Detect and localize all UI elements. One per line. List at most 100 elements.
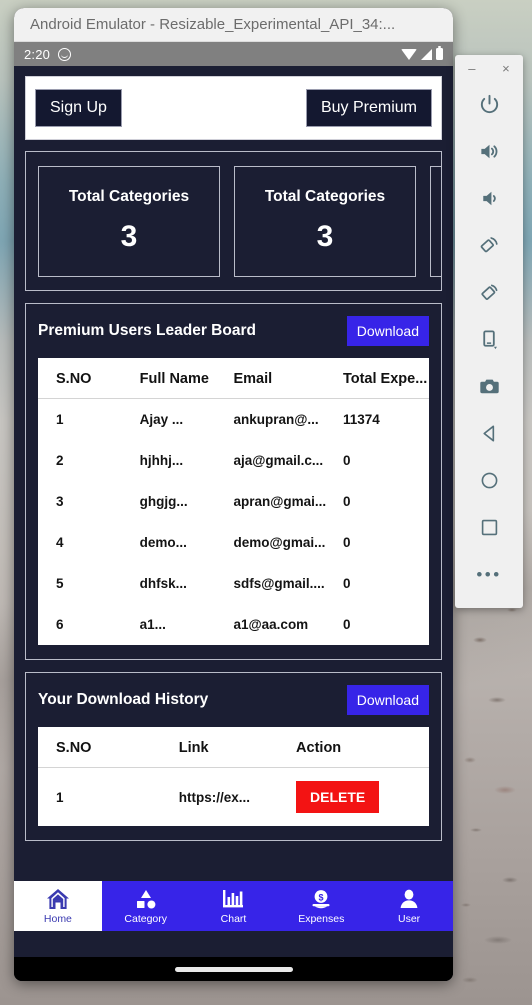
camera-icon[interactable] — [455, 363, 523, 410]
history-download-button[interactable]: Download — [346, 685, 429, 715]
table-row[interactable]: 2 hjhhj... aja@gmail.c... 0 — [38, 440, 429, 481]
download-history-table: S.NO Link Action 1 https://ex... DELETE — [38, 727, 429, 826]
table-header-row: S.NO Link Action — [38, 727, 429, 768]
premium-users-leaderboard-panel: Premium Users Leader Board Download S.NO… — [25, 303, 442, 660]
column-header-action: Action — [296, 727, 429, 768]
cell-total-expense: 0 — [342, 494, 351, 509]
stat-value: 3 — [120, 220, 138, 253]
power-icon[interactable] — [455, 81, 523, 128]
table-header-row: S.NO Full Name Email Total Expe... — [38, 358, 429, 399]
device-screen: 2:20 Sign Up Buy Premium Total Categorie… — [14, 42, 453, 981]
table-row[interactable]: 4 demo... demo@gmai... 0 — [38, 522, 429, 563]
rotate-right-icon[interactable] — [455, 269, 523, 316]
volume-up-icon[interactable] — [455, 128, 523, 175]
signal-icon — [421, 48, 432, 60]
table-row[interactable]: 5 dhfsk... sdfs@gmail.... 0 — [38, 563, 429, 604]
status-bar-right — [401, 45, 443, 60]
cell-total-expense: 0 — [342, 617, 351, 632]
leaderboard-download-button[interactable]: Download — [346, 316, 429, 346]
leaderboard-title: Premium Users Leader Board — [38, 322, 256, 339]
status-bar-left: 2:20 — [24, 46, 72, 62]
cell-full-name: Ajay ... — [139, 412, 184, 427]
nav-label-user: User — [398, 913, 421, 925]
money-icon: $ — [309, 887, 333, 911]
stat-card-total-categories-1[interactable]: Total Categories 3 — [38, 165, 220, 277]
nav-item-expenses[interactable]: $ Expenses — [277, 881, 365, 931]
more-icon[interactable]: ••• — [455, 551, 523, 598]
nav-item-user[interactable]: User — [365, 881, 453, 931]
stat-title: Total Categories — [68, 188, 190, 205]
desktop-background: Android Emulator - Resizable_Experimenta… — [0, 0, 532, 1005]
cell-total-expense: 0 — [342, 535, 351, 550]
cell-sno: 4 — [56, 535, 64, 550]
close-icon[interactable]: × — [498, 62, 514, 75]
bottom-navigation-bar: Home Category Chart $ Expenses User — [14, 881, 453, 931]
user-icon — [397, 887, 421, 911]
emulator-side-toolbar: – × ••• — [455, 55, 523, 608]
download-history-panel: Your Download History Download S.NO Link… — [25, 672, 442, 841]
delete-button[interactable]: DELETE — [296, 781, 380, 813]
table-row[interactable]: 1 Ajay ... ankupran@... 11374 — [38, 399, 429, 441]
app-content: Sign Up Buy Premium Total Categories 3 T… — [14, 66, 453, 931]
minimize-icon[interactable]: – — [464, 62, 479, 75]
nav-item-category[interactable]: Category — [102, 881, 190, 931]
cell-full-name: a1... — [139, 617, 166, 632]
nav-item-home[interactable]: Home — [14, 881, 102, 931]
toolbar-window-controls: – × — [455, 55, 523, 81]
cell-email: ankupran@... — [233, 412, 319, 427]
download-history-title: Your Download History — [38, 691, 209, 708]
svg-text:$: $ — [319, 892, 324, 902]
cell-sno: 3 — [56, 494, 64, 509]
cell-sno: 5 — [56, 576, 64, 591]
fold-device-icon[interactable] — [455, 316, 523, 363]
overview-square-icon[interactable] — [455, 504, 523, 551]
buy-premium-button[interactable]: Buy Premium — [305, 89, 432, 127]
cell-full-name: hjhhj... — [139, 453, 184, 468]
stat-card-partial[interactable] — [430, 165, 441, 277]
chart-icon — [221, 887, 245, 911]
cell-email: a1@aa.com — [233, 617, 309, 632]
stat-card-total-categories-2[interactable]: Total Categories 3 — [234, 165, 416, 277]
column-header-sno: S.NO — [38, 727, 179, 768]
window-title-bar: Android Emulator - Resizable_Experimenta… — [14, 8, 453, 42]
nav-label-home: Home — [43, 913, 72, 925]
table-row[interactable]: 6 a1... a1@aa.com 0 — [38, 604, 429, 645]
cell-sno: 1 — [56, 789, 64, 805]
table-row[interactable]: 1 https://ex... DELETE — [38, 768, 429, 827]
wifi-icon — [401, 48, 417, 60]
cell-full-name: dhfsk... — [139, 576, 187, 591]
column-header-full-name: Full Name — [139, 358, 234, 399]
cell-email: aja@gmail.c... — [233, 453, 324, 468]
leaderboard-header: Premium Users Leader Board Download — [38, 316, 429, 346]
cell-full-name: demo... — [139, 535, 187, 550]
stat-title: Total Categories — [264, 188, 386, 205]
cell-total-expense: 0 — [342, 453, 351, 468]
column-header-sno: S.NO — [38, 358, 140, 399]
cell-sno: 1 — [56, 412, 64, 427]
cell-sno: 2 — [56, 453, 64, 468]
smiley-icon — [58, 47, 72, 61]
nav-label-category: Category — [124, 913, 167, 925]
cell-total-expense: 0 — [342, 576, 351, 591]
cell-full-name: ghgjg... — [139, 494, 188, 509]
home-circle-icon[interactable] — [455, 457, 523, 504]
back-icon[interactable] — [455, 410, 523, 457]
gesture-handle[interactable] — [174, 966, 293, 972]
nav-item-chart[interactable]: Chart — [190, 881, 278, 931]
nav-label-expenses: Expenses — [298, 913, 345, 925]
cell-email: demo@gmai... — [233, 535, 326, 550]
table-row[interactable]: 3 ghgjg... apran@gmai... 0 — [38, 481, 429, 522]
volume-down-icon[interactable] — [455, 175, 523, 222]
android-emulator-window: Android Emulator - Resizable_Experimenta… — [14, 8, 453, 981]
rotate-left-icon[interactable] — [455, 222, 523, 269]
cell-action: DELETE — [296, 768, 429, 827]
stats-carousel[interactable]: Total Categories 3 Total Categories 3 — [25, 151, 442, 291]
home-icon — [46, 887, 70, 911]
leaderboard-table: S.NO Full Name Email Total Expe... 1 Aja… — [38, 358, 429, 645]
more-dots: ••• — [476, 565, 502, 584]
column-header-link: Link — [178, 727, 297, 768]
cell-link: https://ex... — [178, 789, 251, 805]
status-clock: 2:20 — [24, 46, 51, 62]
sign-up-button[interactable]: Sign Up — [35, 89, 122, 127]
window-title: Android Emulator - Resizable_Experimenta… — [30, 16, 396, 33]
